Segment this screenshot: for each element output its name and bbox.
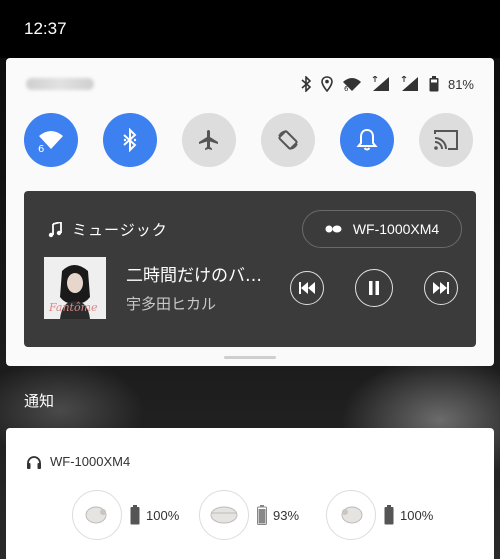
tile-bluetooth[interactable] xyxy=(103,113,157,167)
right-earbud-battery: 100% xyxy=(400,507,434,523)
tile-airplane-mode[interactable] xyxy=(182,113,236,167)
status-bar: 12:37 xyxy=(0,0,500,58)
skip-next-icon xyxy=(433,282,449,294)
signal-icon-2 xyxy=(401,76,418,91)
notification-card-headphones[interactable]: WF-1000XM4 100% 93% 100% xyxy=(6,428,494,559)
tile-auto-rotate[interactable] xyxy=(261,113,315,167)
headphones-icon xyxy=(27,455,41,469)
left-earbud-battery: 100% xyxy=(146,507,180,523)
svg-text:6: 6 xyxy=(344,85,349,92)
qs-status-row: 6 81% xyxy=(6,58,494,110)
pause-button[interactable] xyxy=(355,269,393,307)
case-status: 93% xyxy=(199,490,299,540)
battery-icon xyxy=(429,76,439,92)
svg-text:6: 6 xyxy=(38,144,44,153)
skip-previous-icon xyxy=(299,282,315,294)
location-icon xyxy=(321,76,333,92)
signal-icon xyxy=(372,76,389,91)
notification-card-header: WF-1000XM4 xyxy=(26,454,130,469)
album-art: Fantôme xyxy=(44,257,106,319)
case-battery: 93% xyxy=(273,507,300,523)
right-earbud-image xyxy=(326,490,376,540)
charging-case-icon xyxy=(210,506,238,524)
notifications-section-title: 通知 xyxy=(24,392,55,410)
panel-drag-handle[interactable] xyxy=(224,356,276,359)
left-earbud-status: 100% xyxy=(72,490,179,540)
carrier-name-blurred xyxy=(26,78,94,90)
notification-card-title: WF-1000XM4 xyxy=(50,454,131,469)
tile-wifi[interactable]: 6 xyxy=(24,113,78,167)
pause-icon xyxy=(369,281,379,295)
status-icons: 6 81% xyxy=(300,76,474,92)
track-artist: 宇多田ヒカル xyxy=(126,295,217,313)
media-app-header: ミュージック xyxy=(48,219,168,240)
media-player-card[interactable]: ミュージック WF-1000XM4 Fantôme 二時間だけのバ… 宇多田ヒカ… xyxy=(24,191,476,347)
previous-track-button[interactable] xyxy=(290,271,324,305)
battery-icon xyxy=(130,505,140,525)
earbuds-icon xyxy=(325,225,342,233)
airplane-icon xyxy=(199,130,218,150)
tile-cast[interactable] xyxy=(419,113,473,167)
output-device-label: WF-1000XM4 xyxy=(352,221,440,237)
bell-icon xyxy=(356,128,378,151)
auto-rotate-icon xyxy=(278,130,298,150)
music-note-icon xyxy=(48,221,62,237)
bluetooth-icon xyxy=(301,76,312,92)
quick-tiles: 6 xyxy=(24,113,476,173)
wifi-status-icon: 6 xyxy=(342,78,361,92)
tile-sound[interactable] xyxy=(340,113,394,167)
bluetooth-icon xyxy=(123,128,137,152)
quick-settings-panel: 6 81% 6 ミュージック WF-1000XM4 Fantôme 二時間だけの… xyxy=(6,58,494,366)
battery-icon xyxy=(384,505,394,525)
output-device-chip[interactable]: WF-1000XM4 xyxy=(302,210,462,248)
next-track-button[interactable] xyxy=(424,271,458,305)
battery-icon xyxy=(257,505,267,525)
case-image xyxy=(199,490,249,540)
track-title: 二時間だけのバ… xyxy=(126,266,262,286)
media-app-label: ミュージック xyxy=(72,221,168,239)
album-cover-image: Fantôme xyxy=(44,257,106,319)
wifi-icon: 6 xyxy=(38,131,63,153)
earbud-icon xyxy=(341,506,363,524)
earbud-icon xyxy=(85,506,107,524)
battery-percent: 81% xyxy=(447,76,474,92)
right-earbud-status: 100% xyxy=(326,490,433,540)
svg-text:Fantôme: Fantôme xyxy=(48,301,98,314)
cast-icon xyxy=(434,130,458,150)
left-earbud-image xyxy=(72,490,122,540)
clock: 12:37 xyxy=(24,19,67,38)
